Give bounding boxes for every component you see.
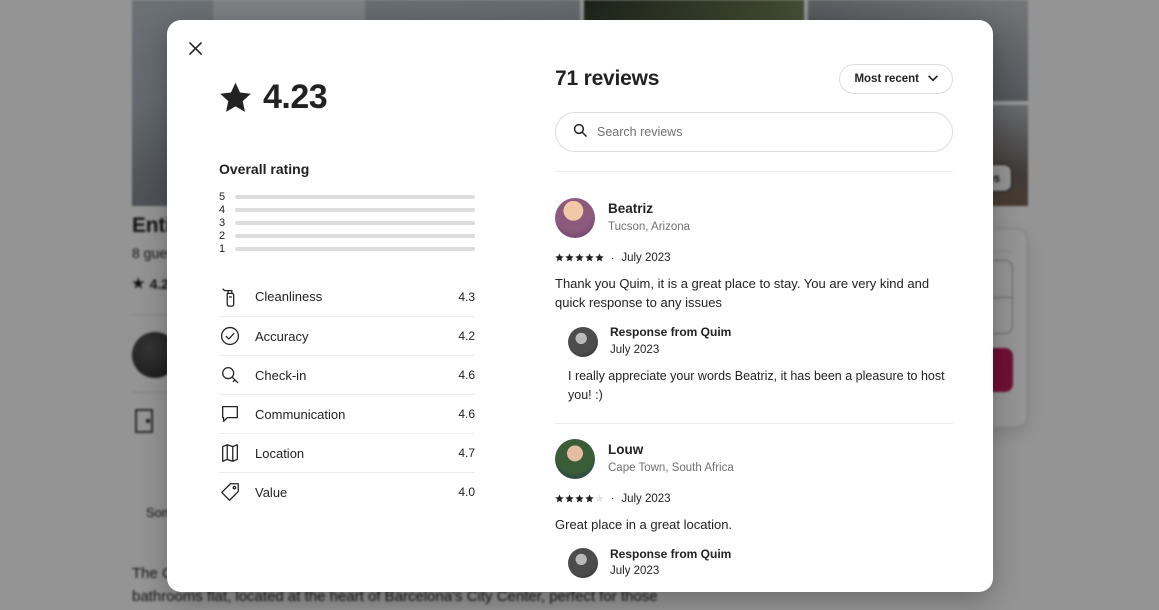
host-response-text: Was a pleasure! [568, 589, 953, 592]
review-item: Louw Cape Town, South Africa · July 2023… [555, 424, 953, 592]
distribution-stars-1: 1 [219, 242, 226, 255]
category-label-checkin: Check-in [255, 367, 307, 383]
category-row-communication: Communication 4.6 [219, 394, 475, 433]
host-response: Response from Quim July 2023 I really ap… [568, 325, 953, 404]
check-circle-icon [219, 325, 241, 347]
host-response-name: Response from Quim [610, 325, 732, 340]
distribution-row-1: 1 [219, 242, 475, 255]
category-row-checkin: Check-in 4.6 [219, 355, 475, 394]
avatar [555, 438, 595, 479]
message-icon [219, 403, 241, 425]
separator-dot: · [611, 493, 615, 505]
search-reviews-box[interactable] [555, 112, 953, 152]
category-ratings: Cleanliness 4.3 Accuracy 4.2 Check-in 4.… [219, 277, 475, 511]
tag-icon [219, 481, 241, 503]
distribution-stars-4: 4 [219, 203, 226, 216]
map-icon [219, 442, 241, 464]
sort-selected-label: Most recent [854, 73, 919, 85]
overall-rating-label: Overall rating [219, 161, 310, 177]
distribution-stars-2: 2 [219, 229, 226, 242]
distribution-stars-3: 3 [219, 216, 226, 229]
reviewer-name: Louw [608, 441, 644, 457]
host-response: Response from Quim July 2023 Was a pleas… [568, 547, 953, 592]
avatar [568, 326, 598, 357]
distribution-row-2: 2 [219, 229, 475, 242]
category-label-location: Location [255, 445, 305, 461]
distribution-track-5 [235, 194, 475, 199]
category-label-accuracy: Accuracy [255, 328, 309, 344]
review-text: Thank you Quim, it is a great place to s… [555, 276, 930, 311]
distribution-track-3 [235, 220, 475, 225]
distribution-track-2 [235, 233, 475, 238]
reviews-header-row: 71 reviews Most recent [555, 64, 953, 94]
distribution-row-3: 3 [219, 216, 475, 229]
host-response-name: Response from Quim [610, 546, 732, 561]
reviewer-location: Cape Town, South Africa [608, 462, 734, 475]
category-label-communication: Communication [255, 406, 346, 422]
category-value-value: 4.0 [458, 485, 475, 499]
review-text: Great place in a great location. [555, 516, 733, 532]
avatar [555, 198, 595, 238]
distribution-track-1 [235, 246, 475, 251]
review-meta: · July 2023 [555, 490, 953, 508]
star-icon [219, 81, 252, 114]
reviewer-row[interactable]: Beatriz Tucson, Arizona [555, 198, 953, 238]
rating-summary-panel: 4.23 Overall rating 5 4 3 2 1 Cleanlines… [167, 20, 511, 592]
category-value-communication: 4.6 [458, 407, 475, 421]
separator-dot: · [611, 252, 615, 264]
host-response-text: I really appreciate your words Beatriz, … [568, 369, 945, 402]
overall-score-row: 4.23 [219, 78, 475, 117]
reviews-modal: 4.23 Overall rating 5 4 3 2 1 Cleanlines… [167, 20, 993, 592]
category-value-cleanliness: 4.3 [458, 289, 475, 304]
spray-bottle-icon [219, 286, 241, 308]
chevron-down-icon [928, 73, 938, 85]
category-value-location: 4.7 [458, 446, 475, 460]
search-input[interactable] [597, 125, 935, 139]
host-response-date: July 2023 [610, 565, 660, 578]
key-icon [219, 364, 241, 386]
reviewer-location: Tucson, Arizona [608, 221, 691, 234]
category-row-cleanliness: Cleanliness 4.3 [219, 277, 475, 316]
sort-dropdown[interactable]: Most recent [839, 64, 953, 94]
distribution-row-5: 5 [219, 190, 475, 203]
review-item: Beatriz Tucson, Arizona · July 2023 Than… [555, 183, 953, 405]
category-row-accuracy: Accuracy 4.2 [219, 316, 475, 355]
search-icon [573, 123, 587, 142]
close-icon[interactable] [179, 32, 211, 64]
distribution-track-4 [235, 207, 475, 212]
host-response-date: July 2023 [610, 344, 660, 357]
host-response-header: Response from Quim July 2023 [568, 547, 953, 580]
reviews-list: Beatriz Tucson, Arizona · July 2023 Than… [555, 172, 953, 592]
distribution-row-4: 4 [219, 203, 475, 216]
rating-stars [555, 249, 604, 267]
review-meta: · July 2023 [555, 249, 953, 267]
review-date: July 2023 [621, 252, 671, 264]
reviewer-name: Beatriz [608, 200, 654, 216]
avatar [568, 548, 598, 579]
page-root: ▦ Show all photos Entire rental unit in … [0, 0, 1159, 610]
category-row-location: Location 4.7 [219, 433, 475, 472]
category-label-value: Value [255, 484, 288, 500]
host-response-header: Response from Quim July 2023 [568, 325, 953, 358]
rating-stars [555, 490, 604, 508]
review-date: July 2023 [621, 492, 671, 505]
category-value-checkin: 4.6 [458, 368, 475, 382]
rating-distribution: 5 4 3 2 1 [219, 190, 475, 255]
category-label-cleanliness: Cleanliness [255, 289, 323, 304]
reviews-count: 71 reviews [555, 67, 660, 90]
distribution-stars-5: 5 [219, 190, 226, 203]
overall-score: 4.23 [263, 78, 328, 116]
category-value-accuracy: 4.2 [458, 329, 475, 343]
reviewer-row[interactable]: Louw Cape Town, South Africa [555, 438, 953, 479]
reviews-panel: 71 reviews Most recent Search reviews Be… [511, 20, 993, 592]
category-row-value: Value 4.0 [219, 472, 475, 511]
